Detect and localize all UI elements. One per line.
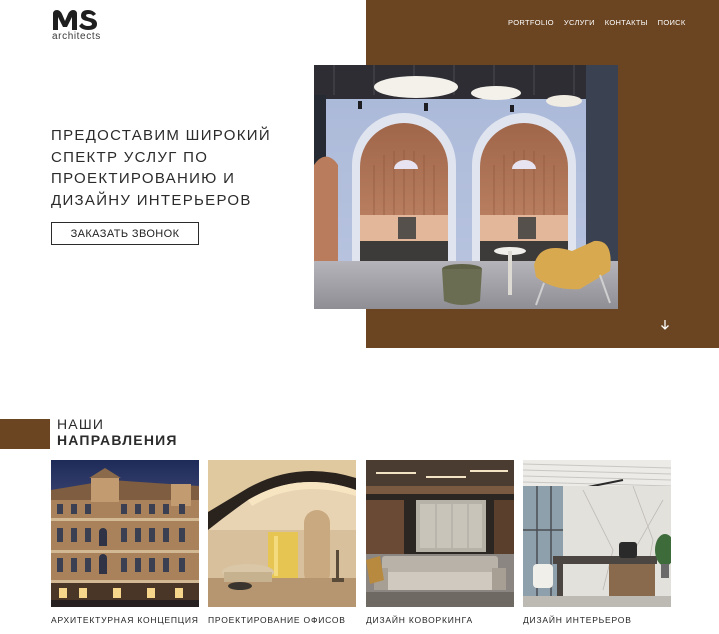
card-caption: АРХИТЕКТУРНАЯ КОНЦЕПЦИЯ: [51, 615, 199, 625]
card-caption: ПРОЕКТИРОВАНИЕ ОФИСОВ: [208, 615, 346, 625]
arrow-down-icon[interactable]: [658, 318, 672, 332]
nav-item-contacts[interactable]: КОНТАКТЫ: [605, 18, 648, 28]
hero-title-line-1: ПРЕДОСТАВИМ ШИРОКИЙ: [51, 127, 271, 144]
card-office-design[interactable]: ПРОЕКТИРОВАНИЕ ОФИСОВ: [208, 460, 356, 625]
directions-title-line-2: НАПРАВЛЕНИЯ: [57, 432, 178, 448]
logo-subtitle: architects: [52, 31, 101, 42]
section-accent-bar: [0, 419, 50, 449]
hero-title-line-2: СПЕКТР УСЛУГ ПО: [51, 148, 209, 166]
card-caption: ДИЗАЙН КОВОРКИНГА: [366, 615, 473, 625]
hero-title-line-4: ДИЗАЙНУ ИНТЕРЬЕРОВ: [51, 191, 252, 209]
card-coworking-design[interactable]: ДИЗАЙН КОВОРКИНГА: [366, 460, 514, 625]
hero-title: ПРЕДОСТАВИМ ШИРОКИЙ СПЕКТР УСЛУГ ПО ПРОЕ…: [51, 125, 301, 211]
main-nav: PORTFOLIO УСЛУГИ КОНТАКТЫ ПОИСК: [508, 18, 686, 28]
logo-mark: [53, 10, 97, 30]
directions-title: НАШИ НАПРАВЛЕНИЯ: [57, 416, 178, 448]
hero-image: [314, 65, 618, 309]
card-image-coworking: [366, 460, 514, 607]
card-image-architecture: [51, 460, 199, 607]
card-image-interior: [523, 460, 671, 607]
card-architectural-concept[interactable]: АРХИТЕКТУРНАЯ КОНЦЕПЦИЯ: [51, 460, 199, 625]
card-interior-design[interactable]: ДИЗАЙН ИНТЕРЬЕРОВ: [523, 460, 671, 625]
directions-title-line-1: НАШИ: [57, 416, 105, 432]
nav-item-services[interactable]: УСЛУГИ: [564, 18, 595, 28]
hero-title-line-3: ПРОЕКТИРОВАНИЮ И: [51, 170, 236, 187]
site-logo[interactable]: architects: [52, 8, 106, 44]
order-call-button[interactable]: ЗАКАЗАТЬ ЗВОНОК: [51, 222, 199, 245]
card-image-office: [208, 460, 356, 607]
nav-item-portfolio[interactable]: PORTFOLIO: [508, 18, 554, 28]
nav-item-search[interactable]: ПОИСК: [658, 18, 686, 28]
card-caption: ДИЗАЙН ИНТЕРЬЕРОВ: [523, 615, 632, 625]
